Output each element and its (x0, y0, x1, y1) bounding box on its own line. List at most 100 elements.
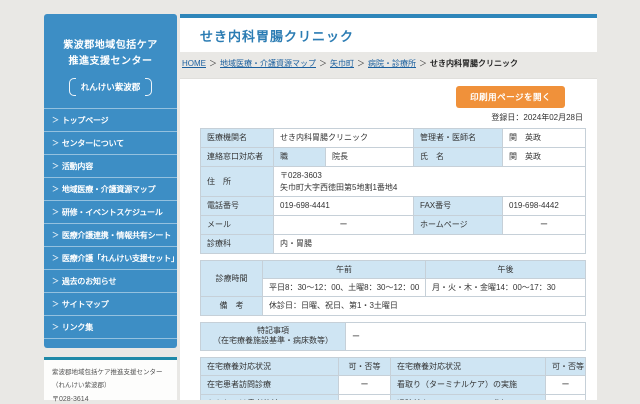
chevron-right-icon: ＞ (52, 117, 59, 124)
discharge-conference-label: 退院前カンファレンスへの参加 (390, 393, 546, 400)
org-name-value: せき内科胃腸クリニック (273, 128, 414, 148)
table-row: かかりつけ患者往診 ー 退院前カンファレンスへの参加 △ (200, 393, 586, 400)
department-label: 診療科 (200, 234, 274, 254)
pm-header: 午後 (425, 259, 586, 280)
table-row: 診療科 内・胃腸 (200, 234, 586, 254)
manager-label: 管理者・医師名 (413, 128, 503, 148)
special-notes-value: ー (345, 321, 586, 352)
chevron-right-icon: ＞ (52, 186, 59, 193)
name-value: 関 英政 (502, 147, 586, 167)
breadcrumb-link-hospitals[interactable]: 病院・診療所 (368, 59, 416, 68)
sidebar-item-renkei-support-set[interactable]: ＞医療介護「れんけい支援セット」 (44, 247, 177, 270)
breadcrumb-separator: ＞ (209, 59, 217, 68)
role-label: 職 (273, 147, 326, 167)
sidebar-item-links[interactable]: ＞リンク集 (44, 316, 177, 339)
sidebar-item-event-schedule[interactable]: ＞研修・イベントスケジュール (44, 201, 177, 224)
address-label: 住 所 (200, 166, 274, 197)
table-row: 電話番号 019-698-4441 FAX番号 019-698-4442 (200, 196, 586, 216)
table-row: 在宅療養対応状況 可・否等 在宅療養対応状況 可・否等 (200, 357, 586, 377)
fax-value: 019-698-4442 (502, 196, 586, 216)
table-row: 連絡窓口対応者 職 院長 氏 名 関 英政 (200, 147, 586, 167)
sidebar-item-info-sharing-sheet[interactable]: ＞医療介護連携・情報共有シート (44, 224, 177, 247)
home-care-header-left: 在宅療養対応状況 (200, 357, 339, 377)
table-row: 診療時間 午前 午後 (200, 259, 586, 298)
sidebar-item-about-center[interactable]: ＞センターについて (44, 132, 177, 155)
sidebar-item-activities[interactable]: ＞活動内容 (44, 155, 177, 178)
tel-value: 019-698-4441 (273, 196, 414, 216)
sidebar-footer-card: 紫波郡地域包括ケア推進支援センター （れんけい紫波郡） 〒028-3614 (44, 357, 177, 403)
breadcrumb-link-resource-map[interactable]: 地域医療・介護資源マップ (220, 59, 316, 68)
role-value: 院長 (325, 147, 414, 167)
manager-value: 関 英政 (502, 128, 586, 148)
note-value: 休診日：日曜、祝日、第1・3土曜日 (262, 296, 586, 316)
center-name-line2: 推進支援センター (68, 55, 153, 67)
chevron-right-icon: ＞ (52, 301, 59, 308)
family-doctor-visit-value: ー (338, 393, 391, 400)
chevron-right-icon: ＞ (52, 232, 59, 239)
clinic-info-table: 医療機関名 せき内科胃腸クリニック 管理者・医師名 関 英政 連絡窓口対応者 職… (200, 128, 586, 254)
chevron-right-icon: ＞ (52, 324, 59, 331)
mail-value: ー (273, 215, 414, 235)
fax-label: FAX番号 (413, 196, 503, 216)
table-row: メール ー ホームページ ー (200, 215, 586, 235)
breadcrumb: HOME ＞地域医療・介護資源マップ＞矢巾町＞病院・診療所＞せき内科胃腸クリニック (182, 58, 612, 69)
sidebar: 紫波郡地域包括ケア 推進支援センター れんけい紫波郡 ＞トップページ ＞センター… (44, 14, 177, 348)
am-header: 午前 (262, 259, 426, 280)
print-page-button[interactable]: 印刷用ページを開く (456, 86, 565, 108)
sidebar-item-top-page[interactable]: ＞トップページ (44, 109, 177, 132)
chevron-right-icon: ＞ (52, 255, 59, 262)
main-content-panel: 印刷用ページを開く 登録日：2024年02月28日 医療機関名 せき内科胃腸クリ… (180, 78, 597, 400)
special-notes-table: 特記事項 （在宅療養施設基準・病床数等） ー (200, 321, 586, 352)
terminal-care-value: ー (545, 375, 586, 395)
sidebar-item-resource-map[interactable]: ＞地域医療・介護資源マップ (44, 178, 177, 201)
center-name-line1: 紫波郡地域包括ケア (63, 40, 158, 51)
chevron-right-icon: ＞ (52, 209, 59, 216)
footer-postal-code: 〒028-3614 (52, 395, 89, 403)
sidebar-item-label: 地域医療・介護資源マップ (61, 184, 156, 194)
hours-label: 診療時間 (200, 259, 263, 298)
page-title: せき内科胃腸クリニック (200, 28, 355, 44)
org-name-label: 医療機関名 (200, 128, 274, 148)
department-value: 内・胃腸 (273, 234, 586, 254)
breadcrumb-link-home[interactable]: HOME (182, 59, 206, 68)
sidebar-item-label: 活動内容 (61, 161, 94, 171)
sidebar-item-label: サイトマップ (61, 299, 109, 309)
mail-label: メール (200, 215, 274, 235)
sidebar-header: 紫波郡地域包括ケア 推進支援センター れんけい紫波郡 (44, 14, 177, 108)
special-notes-label-line2: （在宅療養施設基準・病床数等） (213, 336, 333, 346)
chevron-right-icon: ＞ (52, 278, 59, 285)
sidebar-item-past-news[interactable]: ＞過去のお知らせ (44, 270, 177, 293)
renkei-badge: れんけい紫波郡 (68, 78, 153, 96)
pm-hours-value: 月・火・木・金曜14：00～17：30 (425, 278, 586, 298)
special-notes-label: 特記事項 （在宅療養施設基準・病床数等） (200, 321, 346, 352)
table-row: 備 考 休診日：日曜、祝日、第1・3土曜日 (200, 296, 586, 316)
name-label: 氏 名 (413, 147, 503, 167)
table-row: 特記事項 （在宅療養施設基準・病床数等） ー (200, 321, 586, 352)
availability-header-left: 可・否等 (338, 357, 391, 377)
website-value: ー (502, 215, 586, 235)
breadcrumb-separator: ＞ (419, 59, 427, 68)
footer-center-name: 紫波郡地域包括ケア推進支援センター (52, 369, 163, 376)
sidebar-item-label: センターについて (61, 138, 124, 148)
home-care-header-right: 在宅療養対応状況 (390, 357, 546, 377)
table-row: 在宅患者訪問診療 ー 看取り（ターミナルケア）の実施 ー (200, 375, 586, 395)
registered-date: 登録日：2024年02月28日 (491, 113, 583, 122)
family-doctor-visit-label: かかりつけ患者往診 (200, 393, 339, 400)
note-label: 備 考 (200, 296, 263, 316)
breadcrumb-link-yahaba[interactable]: 矢巾町 (330, 59, 354, 68)
discharge-conference-value: △ (545, 393, 586, 400)
sidebar-item-sitemap[interactable]: ＞サイトマップ (44, 293, 177, 316)
table-row: 住 所 〒028-3603 矢巾町大字西徳田第5地割1番地4 (200, 166, 586, 197)
availability-header-right: 可・否等 (545, 357, 586, 377)
address-value: 〒028-3603 矢巾町大字西徳田第5地割1番地4 (273, 166, 586, 197)
website-label: ホームページ (413, 215, 503, 235)
am-hours-value: 平日8：30～12：00、土曜8：30～12：00 (262, 278, 426, 298)
sidebar-item-label: 研修・イベントスケジュール (61, 207, 163, 217)
table-row: 医療機関名 せき内科胃腸クリニック 管理者・医師名 関 英政 (200, 128, 586, 148)
sidebar-item-label: 医療介護「れんけい支援セット」 (61, 253, 177, 263)
page-title-box: せき内科胃腸クリニック (180, 14, 597, 52)
chevron-right-icon: ＞ (52, 140, 59, 147)
sidebar-item-label: リンク集 (61, 322, 94, 332)
home-care-table: 在宅療養対応状況 可・否等 在宅療養対応状況 可・否等 在宅患者訪問診療 ー 看… (200, 357, 586, 400)
tel-label: 電話番号 (200, 196, 274, 216)
